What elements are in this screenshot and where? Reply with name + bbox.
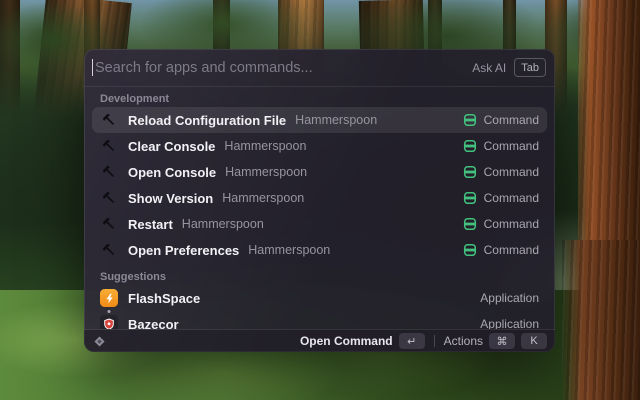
raycast-launcher-window: Ask AI Tab Development Reload Configurat… [84,49,555,352]
k-key: K [521,333,547,349]
list-item[interactable]: Show Version Hammerspoon Command [92,185,547,211]
list-item[interactable]: Bazecor Application [92,311,547,329]
hammer-icon [100,215,118,233]
item-subtitle: Hammerspoon [295,113,378,127]
item-subtitle: Hammerspoon [224,139,307,153]
raycast-icon [92,334,107,349]
actions-label: Actions [443,334,483,348]
list-item[interactable]: FlashSpace Application [92,285,547,313]
tab-key[interactable]: Tab [514,58,546,77]
divider [84,329,555,330]
command-icon [463,217,476,231]
command-icon [463,139,476,153]
open-command-label: Open Command [299,334,393,348]
hammer-icon [100,163,118,181]
ask-ai-label[interactable]: Ask AI [472,61,506,75]
hammer-icon [100,189,118,207]
results-list: Development Reload Configuration File Ha… [84,87,555,329]
item-subtitle: Hammerspoon [222,191,305,205]
item-type: Command [483,165,539,179]
item-type: Command [483,191,539,205]
command-icon [463,165,476,179]
list-item[interactable]: Restart Hammerspoon Command [92,211,547,237]
desktop: Ask AI Tab Development Reload Configurat… [0,0,640,400]
list-item[interactable]: Clear Console Hammerspoon Command [92,133,547,159]
command-key: ⌘ [489,333,515,349]
item-title: Restart [128,216,173,232]
search-input[interactable] [95,59,463,76]
item-title: FlashSpace [128,290,201,306]
item-type: Command [483,217,539,231]
command-icon [463,243,476,257]
command-icon [463,113,476,127]
list-item[interactable]: Open Console Hammerspoon Command [92,159,547,185]
hammer-icon [100,137,118,155]
bolt-icon [105,293,113,303]
item-type: Command [483,139,539,153]
section-header-development: Development [100,93,170,105]
list-item[interactable]: Open Preferences Hammerspoon Command [92,237,547,263]
item-title: Open Console [128,164,217,180]
running-indicator [107,310,111,313]
item-type: Application [480,317,539,329]
shield-icon [104,318,114,329]
item-title: Clear Console [128,138,216,154]
divider [433,335,435,347]
item-title: Bazecor [128,316,179,330]
item-title: Open Preferences [128,242,240,258]
search-bar: Ask AI Tab [84,49,555,86]
command-icon [463,191,476,205]
item-type: Command [483,243,539,257]
hammer-icon [100,241,118,259]
bazecor-icon [100,315,118,329]
item-subtitle: Hammerspoon [225,165,308,179]
item-title: Reload Configuration File [128,112,287,128]
actions-button[interactable]: Actions ⌘ K [444,333,547,349]
section-header-suggestions: Suggestions [100,271,167,283]
action-bar: Open Command ↵ Actions ⌘ K [84,329,555,352]
item-type: Application [480,291,539,305]
item-title: Show Version [128,190,214,206]
hammer-icon [100,111,118,129]
tree-trunk [562,240,640,400]
text-caret [92,59,93,76]
item-subtitle: Hammerspoon [248,243,331,257]
return-key: ↵ [398,333,425,349]
item-subtitle: Hammerspoon [181,217,264,231]
open-command-button[interactable]: Open Command ↵ [300,333,425,349]
item-type: Command [483,113,539,127]
list-item[interactable]: Reload Configuration File Hammerspoon Co… [92,107,547,133]
flashspace-icon [100,289,118,313]
